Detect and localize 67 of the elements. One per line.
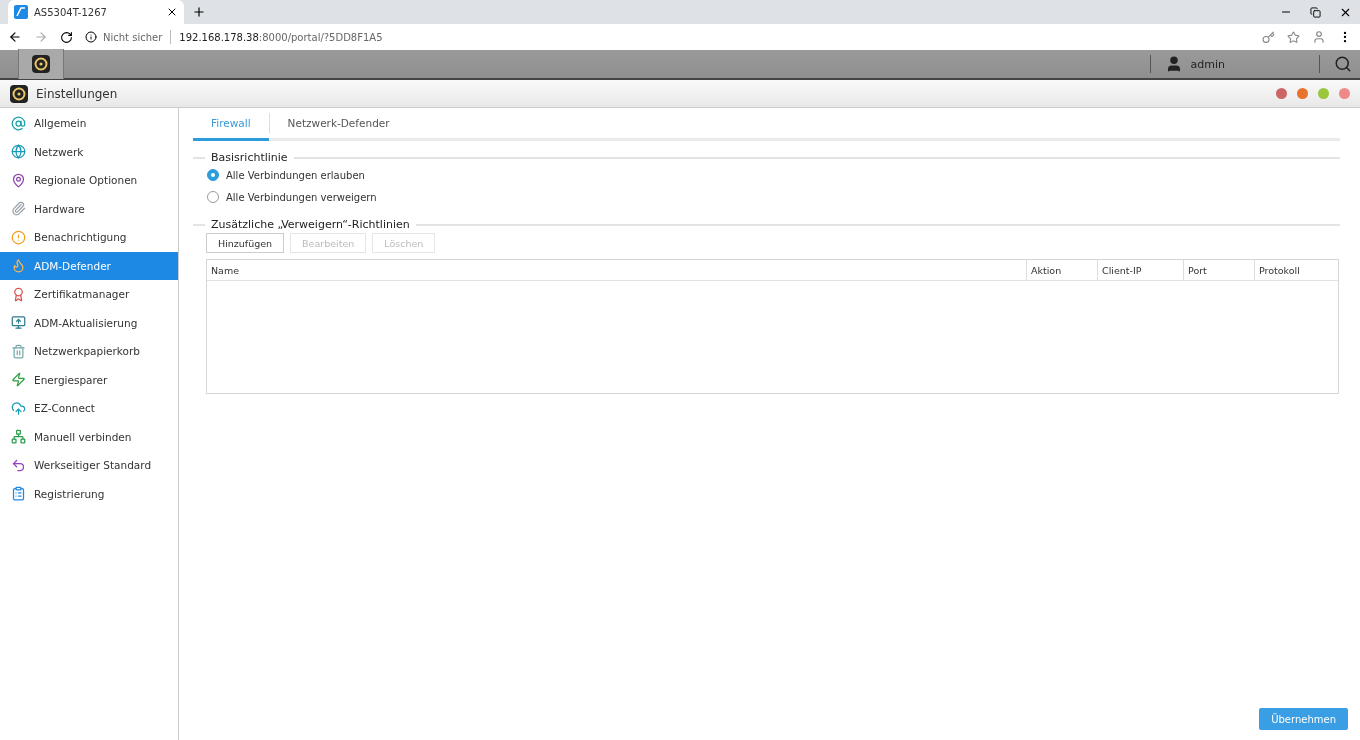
radio-button[interactable] [207,191,219,203]
column-header[interactable]: Protokoll [1254,260,1338,280]
site-icon [14,5,28,19]
globe-icon [11,144,26,160]
at-sign-icon [11,115,26,131]
sidebar-item[interactable]: EZ-Connect [0,394,178,423]
restore-icon[interactable] [1310,6,1321,18]
window-title: Einstellungen [36,86,118,101]
radio-button[interactable] [207,169,219,181]
lightning-icon [11,372,26,388]
map-pin-icon [11,172,26,188]
browser-tab[interactable]: AS5304T-1267 [8,0,184,24]
cloud-upload-icon [11,400,26,416]
alert-icon [11,229,26,245]
security-label: Nicht sicher [103,31,163,43]
column-header[interactable]: Aktion [1026,260,1097,280]
sidebar-item[interactable]: Benachrichtigung [0,223,178,252]
sidebar-item[interactable]: Hardware [0,194,178,223]
key-icon[interactable] [1262,30,1275,44]
sidebar-item[interactable]: ADM-Defender [0,251,178,280]
monitor-upload-icon [11,315,26,331]
sidebar-item[interactable]: Manuell verbinden [0,422,178,451]
sidebar-item[interactable]: Netzwerkpapierkorb [0,337,178,366]
wheel-icon [32,55,50,73]
paperclip-icon [11,201,26,217]
user-name[interactable]: admin [1190,57,1225,71]
sidebar-item[interactable]: Registrierung [0,479,178,508]
undo-arrow-icon [11,457,26,473]
tab-title: AS5304T-1267 [34,6,108,18]
column-header[interactable]: Name [207,260,1026,280]
radio-label: Alle Verbindungen erlauben [226,169,365,181]
trash-icon [11,343,26,359]
sidebar-item[interactable]: Werkseitiger Standard [0,451,178,480]
profile-icon[interactable] [1312,30,1326,44]
tab[interactable]: Netzwerk-Defender [269,108,408,141]
sidebar-item[interactable]: Energiesparer [0,365,178,394]
window-dot[interactable] [1339,88,1350,99]
clipboard-icon [11,486,26,502]
url-text: 192.168.178.38:8000/portal/?5DD8F1A5 [179,31,383,43]
sidebar-item[interactable]: Regionale Optionen [0,166,178,195]
section-title: Basisrichtlinie [211,151,288,164]
toolbar-button[interactable]: Hinzufügen [206,233,285,253]
star-icon[interactable] [1287,30,1300,44]
forward-icon[interactable] [34,30,48,44]
close-icon[interactable] [166,6,178,18]
reload-icon[interactable] [60,30,73,44]
network-icon [11,429,26,445]
column-header[interactable]: Client-IP [1097,260,1183,280]
sidebar-item[interactable]: Netzwerk [0,137,178,166]
new-tab-icon[interactable] [192,5,206,19]
info-icon [85,31,97,43]
certificate-icon [11,286,26,302]
window-dot[interactable] [1297,88,1308,99]
column-header[interactable]: Port [1183,260,1254,280]
section-title: Zusätzliche „Verweigern“-Richtlinien [211,218,410,231]
sidebar-item[interactable]: Allgemein [0,109,178,138]
address-bar[interactable]: Nicht sicher 192.168.178.38:8000/portal/?5DD8F1A5 [85,26,1250,48]
search-icon[interactable] [1334,55,1352,73]
wheel-icon [10,84,28,103]
window-dot[interactable] [1318,88,1329,99]
radio-label: Alle Verbindungen verweigern [226,191,377,203]
window-dot[interactable] [1276,88,1287,99]
sidebar-item[interactable]: Zertifikatmanager [0,280,178,309]
sidebar-item[interactable]: ADM-Aktualisierung [0,308,178,337]
flame-icon [11,258,26,274]
back-icon[interactable] [8,30,22,44]
app-slot[interactable] [18,49,64,79]
